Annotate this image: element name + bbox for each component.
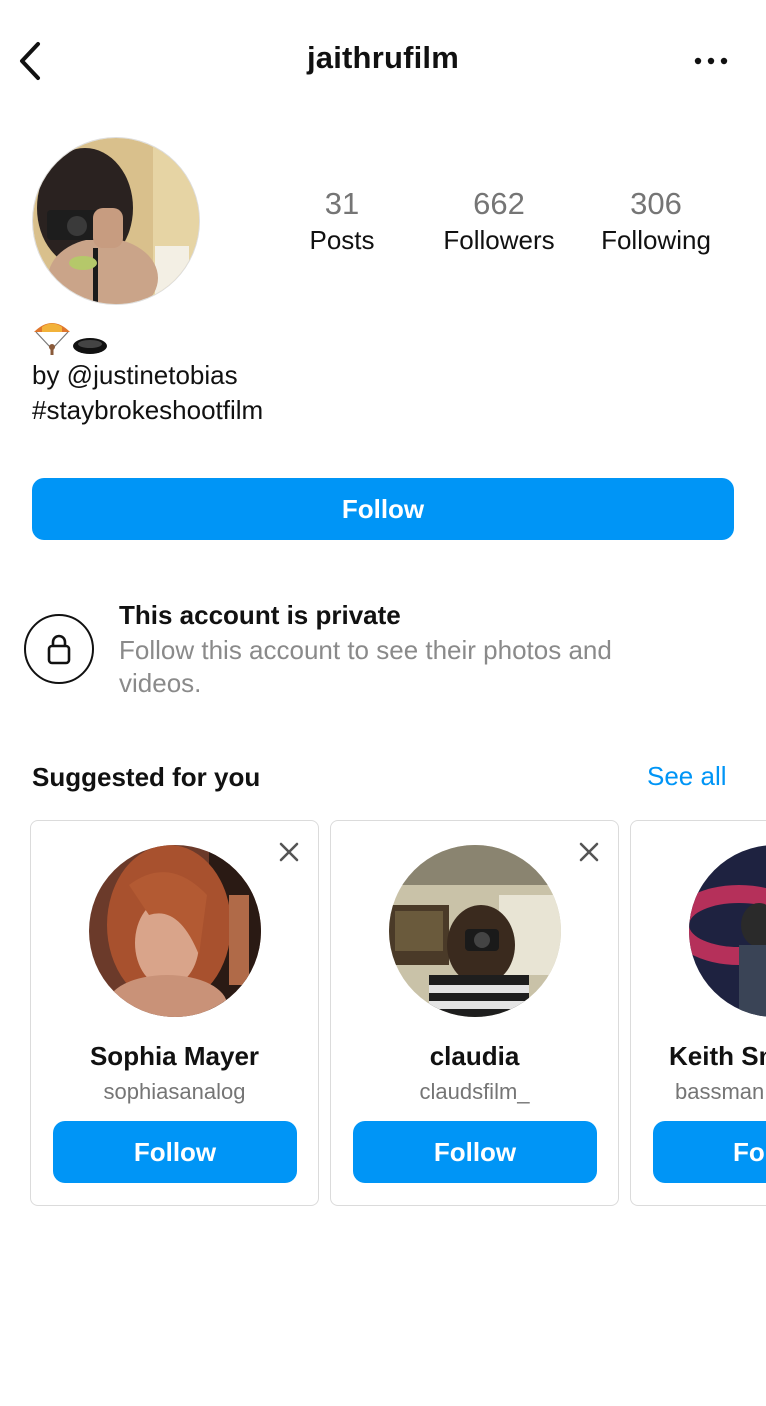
suggestion-card: Sophia Mayer sophiasanalog Follow	[30, 820, 319, 1206]
profile-avatar[interactable]	[32, 137, 200, 305]
following-count: 306	[630, 186, 682, 221]
private-account-description: Follow this account to see their photos …	[119, 635, 612, 698]
followers-label: Followers	[443, 225, 555, 255]
lock-icon	[47, 634, 71, 665]
suggestion-follow-button[interactable]: Follow	[353, 1121, 597, 1183]
suggestion-avatar[interactable]	[689, 845, 766, 1017]
more-horizontal-icon	[694, 57, 728, 65]
suggested-title: Suggested for you	[32, 762, 261, 792]
suggestion-name[interactable]: Keith Sm	[669, 1041, 766, 1072]
suggestion-avatar[interactable]	[389, 845, 561, 1017]
bio-line-2: #staybrokeshootfilm	[32, 395, 264, 425]
dismiss-suggestion-button[interactable]	[576, 839, 602, 865]
suggestion-name[interactable]: Sophia Mayer	[31, 1041, 318, 1072]
dismiss-suggestion-button[interactable]	[276, 839, 302, 865]
close-icon	[579, 842, 599, 862]
followers-count: 662	[473, 186, 525, 221]
more-options-button[interactable]	[690, 46, 732, 76]
suggestion-avatar[interactable]	[89, 845, 261, 1017]
hole-icon	[73, 338, 107, 354]
suggestion-handle: sophiasanalog	[103, 1079, 246, 1104]
suggestion-name[interactable]: claudia	[331, 1041, 618, 1072]
suggestion-card: Keith Sm bassman Fo	[630, 820, 766, 1206]
suggestion-follow-button[interactable]: Fo	[653, 1121, 766, 1183]
follow-button[interactable]: Follow	[32, 478, 734, 540]
posts-label: Posts	[309, 225, 375, 255]
following-label: Following	[601, 225, 711, 255]
suggestion-handle: claudsfilm_	[419, 1079, 530, 1104]
posts-stat[interactable]: 31 Posts	[267, 186, 417, 258]
following-stat[interactable]: 306 Following	[581, 186, 731, 258]
suggestion-follow-button[interactable]: Follow	[53, 1121, 297, 1183]
parachute-icon	[34, 323, 70, 355]
private-account-title: This account is private	[119, 600, 401, 630]
bio-line-1: by @justinetobias	[32, 360, 238, 390]
posts-count: 31	[324, 186, 360, 221]
followers-stat[interactable]: 662 Followers	[424, 186, 574, 258]
profile-username-title: jaithrufilm	[306, 40, 460, 75]
suggestion-handle: bassman	[675, 1079, 765, 1104]
suggestion-card: claudia claudsfilm_ Follow	[330, 820, 619, 1206]
close-icon	[279, 842, 299, 862]
private-lock-badge	[24, 614, 94, 684]
see-all-link[interactable]: See all	[647, 761, 727, 792]
